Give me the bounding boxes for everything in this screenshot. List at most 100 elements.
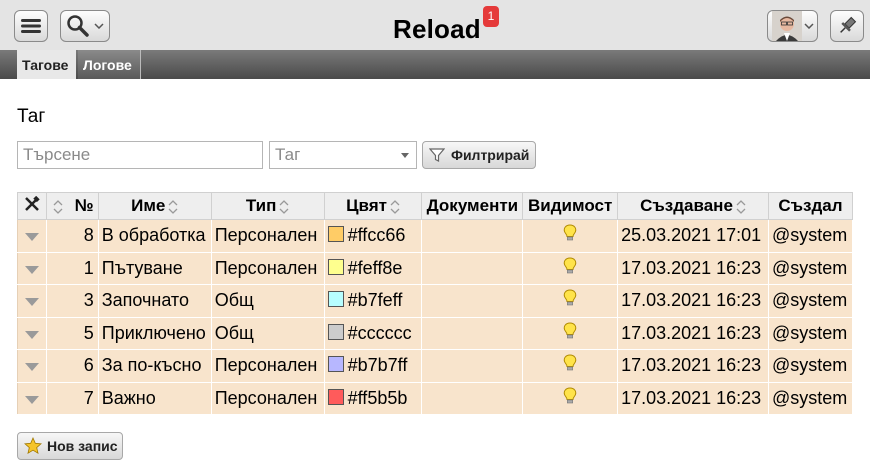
tab-tags[interactable]: Тагове [17, 50, 76, 79]
chevron-down-icon[interactable] [24, 395, 39, 404]
cell-created-by: @system [767, 381, 854, 415]
lightbulb-icon [563, 354, 577, 371]
cell-color-value: #feff8e [347, 257, 403, 278]
top-bar: Reload 1 [0, 0, 870, 50]
column-header-created-by-label: Създал [778, 196, 843, 215]
cell-num: 1 [45, 251, 99, 285]
cell-created: 17.03.2021 16:23 [617, 251, 769, 285]
tag-type-select[interactable]: Таг [269, 141, 417, 169]
cell-color: #cccccc [323, 316, 423, 350]
cell-created: 17.03.2021 16:23 [617, 316, 769, 350]
column-header-created-label: Създаване [640, 196, 733, 215]
cell-visibility [522, 316, 619, 350]
column-header-color[interactable]: Цвят [323, 192, 423, 220]
cell-type: Персонален [210, 251, 325, 285]
column-header-type[interactable]: Тип [210, 192, 325, 220]
search-input[interactable] [17, 141, 263, 169]
tab-logs[interactable]: Логове [78, 50, 141, 79]
table-row[interactable]: 7 Важно Персонален #ff5b5b 17.03.2021 16:23 @… [17, 381, 854, 415]
cell-name: Пътуване [97, 251, 212, 285]
search-icon [67, 15, 89, 37]
table-row[interactable]: 5 Приключено Общ #cccccc 17.03.2021 16:23 @sy… [17, 316, 854, 350]
table-row[interactable]: 1 Пътуване Персонален #feff8e 17.03.2021 16:… [17, 251, 854, 285]
color-swatch [327, 291, 344, 308]
new-record-label: Нов запис [47, 438, 118, 454]
cell-name: В обработка [97, 219, 212, 253]
row-menu-cell[interactable] [17, 381, 47, 415]
table-row[interactable]: 6 За по-късно Персонален #b7b7ff 17.03.2021 … [17, 349, 854, 383]
cell-documents [421, 219, 524, 253]
cell-color: #feff8e [323, 251, 423, 285]
row-menu-cell[interactable] [17, 284, 47, 318]
chevron-down-icon[interactable] [24, 233, 39, 242]
sort-icon [53, 199, 63, 214]
cell-visibility [522, 219, 619, 253]
search-button[interactable] [60, 10, 110, 42]
cell-color-value: #ff5b5b [347, 387, 408, 408]
tab-strip: Тагове Логове [0, 50, 870, 79]
row-menu-cell[interactable] [17, 349, 47, 383]
cell-type: Персонален [210, 349, 325, 383]
cell-created-by: @system [767, 284, 854, 318]
row-menu-cell[interactable] [17, 251, 47, 285]
pin-icon [840, 16, 857, 33]
lightbulb-icon [563, 224, 577, 241]
filter-button-label: Филтрирай [451, 147, 530, 163]
menu-icon [21, 19, 41, 33]
color-swatch [327, 258, 344, 275]
cell-created: 17.03.2021 16:23 [617, 284, 769, 318]
column-header-created-by[interactable]: Създал [767, 192, 854, 220]
cell-num: 3 [45, 284, 99, 318]
cell-documents [421, 381, 524, 415]
cell-created-by: @system [767, 349, 854, 383]
dropdown-arrow-icon [401, 153, 409, 158]
table-row[interactable]: 8В обработка Персонален #ffcc66 25.03.2021 … [17, 219, 854, 253]
cell-name: Важно [97, 381, 212, 415]
table-header-row: № Име Тип Цвят Документи Видимост Създав… [17, 192, 854, 220]
filter-icon [429, 148, 445, 162]
column-header-num[interactable]: № [45, 192, 99, 220]
chevron-down-icon[interactable] [24, 330, 39, 339]
user-menu-button[interactable] [767, 10, 818, 42]
cell-created: 17.03.2021 16:23 [617, 381, 769, 415]
table-row[interactable]: 3 Започнато Общ #b7feff 17.03.2021 16:23 @sys… [17, 284, 854, 318]
filter-button[interactable]: Филтрирай [422, 141, 536, 169]
pin-button[interactable] [830, 10, 864, 42]
cell-type: Персонален [210, 219, 325, 253]
chevron-down-icon[interactable] [24, 363, 39, 372]
cell-num: 5 [45, 316, 99, 350]
star-icon [24, 437, 42, 455]
sort-icon [390, 199, 400, 214]
column-header-created[interactable]: Създаване [617, 192, 769, 220]
column-header-documents[interactable]: Документи [421, 192, 524, 220]
cell-visibility [522, 284, 619, 318]
cell-color: #b7feff [323, 284, 423, 318]
color-swatch [327, 226, 344, 243]
cell-name: За по-късно [97, 349, 212, 383]
app-title: Reload [393, 14, 481, 44]
cell-color-value: #b7feff [347, 290, 403, 311]
lightbulb-icon [563, 322, 577, 339]
row-menu-cell[interactable] [17, 219, 47, 253]
column-header-visibility[interactable]: Видимост [522, 192, 619, 220]
chevron-down-icon[interactable] [24, 298, 39, 307]
section-title: Таг [17, 106, 46, 127]
notification-badge[interactable]: 1 [483, 6, 499, 27]
column-header-tools[interactable] [17, 192, 47, 220]
lightbulb-icon [563, 289, 577, 306]
cell-name: Започнато [97, 284, 212, 318]
cell-color: #ffcc66 [323, 219, 423, 253]
sort-icon [168, 199, 178, 214]
chevron-down-icon[interactable] [24, 265, 39, 274]
menu-button[interactable] [14, 10, 48, 42]
column-header-name[interactable]: Име [97, 192, 212, 220]
cell-color-value: #b7b7ff [347, 355, 408, 376]
color-swatch [327, 356, 344, 373]
row-menu-cell[interactable] [17, 316, 47, 350]
cell-color: #ff5b5b [323, 381, 423, 415]
column-header-visibility-label: Видимост [528, 196, 613, 215]
cell-color-value: #cccccc [347, 322, 412, 343]
cell-color-value: #ffcc66 [347, 225, 406, 246]
new-record-button[interactable]: Нов запис [17, 432, 123, 460]
cell-type: Общ [210, 316, 325, 350]
